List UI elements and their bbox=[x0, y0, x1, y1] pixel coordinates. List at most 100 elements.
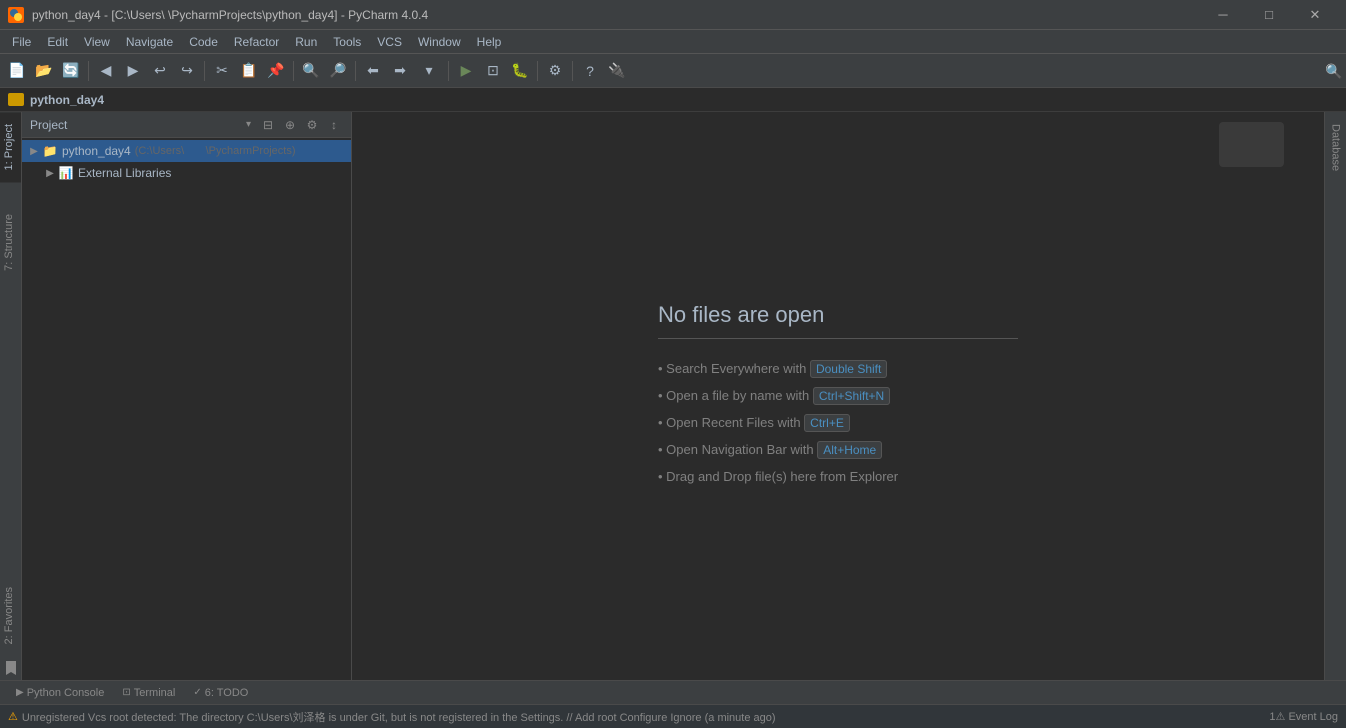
right-sidebar: Database bbox=[1324, 112, 1346, 680]
user-avatar bbox=[1219, 122, 1284, 167]
autoscroll-button[interactable]: ↕ bbox=[325, 116, 343, 134]
sync-button[interactable]: 🔄 bbox=[58, 58, 84, 84]
menu-run[interactable]: Run bbox=[287, 31, 325, 53]
status-bar-text: Unregistered Vcs root detected: The dire… bbox=[22, 709, 1270, 725]
python-console-icon: ▶ bbox=[16, 687, 24, 698]
project-panel-label: Project bbox=[30, 118, 242, 132]
python-console-tab[interactable]: ▶ Python Console bbox=[8, 682, 112, 704]
redo-button[interactable]: ↪ bbox=[174, 58, 200, 84]
toolbar: 📄 📂 🔄 ◀ ▶ ↩ ↪ ✂ 📋 📌 🔍 🔎 ⬅ ➡ ▾ ▶ ⊡ 🐛 ⚙ ? … bbox=[0, 54, 1346, 88]
separator-2 bbox=[204, 61, 205, 81]
menu-edit[interactable]: Edit bbox=[39, 31, 76, 53]
main-area: 1: Project 7: Structure 2: Favorites Pro… bbox=[0, 112, 1346, 680]
terminal-icon: ⊡ bbox=[122, 687, 130, 698]
separator-1 bbox=[88, 61, 89, 81]
todo-label: 6: TODO bbox=[205, 687, 249, 699]
editor-area: No files are open • Search Everywhere wi… bbox=[352, 112, 1324, 680]
favorites-tab[interactable]: 2: Favorites bbox=[0, 575, 21, 656]
shortcut-recent-files: Ctrl+E bbox=[804, 414, 850, 432]
hint-drag-drop: • Drag and Drop file(s) here from Explor… bbox=[658, 469, 1038, 484]
library-icon: 📊 bbox=[58, 165, 74, 181]
app-icon bbox=[8, 7, 24, 23]
copy-button[interactable]: 📋 bbox=[236, 58, 262, 84]
project-tree: ▶ 📁 python_day4 (C:\Users\ \PycharmProje… bbox=[22, 138, 351, 680]
project-panel: Project ▾ ⊟ ⊕ ⚙ ↕ ▶ 📁 python_day4 (C:\Us… bbox=[22, 112, 352, 680]
settings-button[interactable]: ⚙ bbox=[303, 116, 321, 134]
replace-button[interactable]: 🔎 bbox=[325, 58, 351, 84]
bookmark-icon[interactable] bbox=[3, 660, 19, 676]
dropdown-button[interactable]: ▾ bbox=[414, 58, 444, 84]
menu-vcs[interactable]: VCS bbox=[369, 31, 410, 53]
forward-button[interactable]: ▶ bbox=[120, 58, 146, 84]
shortcut-open-file: Ctrl+Shift+N bbox=[813, 387, 890, 405]
todo-icon: ✓ bbox=[193, 687, 201, 698]
folder-icon: 📁 bbox=[42, 143, 58, 159]
vcs-warning-icon: ⚠ bbox=[8, 710, 18, 723]
run-config-button[interactable]: ⊡ bbox=[480, 58, 506, 84]
hint-nav-bar: • Open Navigation Bar with Alt+Home bbox=[658, 442, 1038, 457]
search-everywhere-button[interactable]: 🔍 bbox=[1322, 54, 1346, 88]
menu-window[interactable]: Window bbox=[410, 31, 469, 53]
project-root-item[interactable]: ▶ 📁 python_day4 (C:\Users\ \PycharmProje… bbox=[22, 140, 351, 162]
menu-view[interactable]: View bbox=[76, 31, 118, 53]
open-button[interactable]: 📂 bbox=[31, 58, 57, 84]
find-button[interactable]: 🔍 bbox=[298, 58, 324, 84]
menu-tools[interactable]: Tools bbox=[325, 31, 369, 53]
project-panel-header: Project ▾ ⊟ ⊕ ⚙ ↕ bbox=[22, 112, 351, 138]
menu-bar: File Edit View Navigate Code Refactor Ru… bbox=[0, 30, 1346, 54]
help-button[interactable]: ? bbox=[577, 58, 603, 84]
breadcrumb-text: python_day4 bbox=[30, 93, 104, 107]
paste-button[interactable]: 📌 bbox=[263, 58, 289, 84]
menu-code[interactable]: Code bbox=[181, 31, 226, 53]
collapse-all-button[interactable]: ⊟ bbox=[259, 116, 277, 134]
title-bar: python_day4 - [C:\Users\ \PycharmProject… bbox=[0, 0, 1346, 30]
nav-back-button[interactable]: ⬅ bbox=[360, 58, 386, 84]
left-sidebar-tabs: 1: Project 7: Structure 2: Favorites bbox=[0, 112, 22, 680]
undo-button[interactable]: ↩ bbox=[147, 58, 173, 84]
menu-help[interactable]: Help bbox=[469, 31, 510, 53]
no-files-title: No files are open bbox=[658, 302, 1018, 339]
external-libraries-label: External Libraries bbox=[78, 166, 171, 180]
project-tab[interactable]: 1: Project bbox=[0, 112, 21, 182]
no-files-panel: No files are open • Search Everywhere wi… bbox=[638, 112, 1038, 680]
terminal-tab[interactable]: ⊡ Terminal bbox=[114, 682, 183, 704]
project-dropdown-icon[interactable]: ▾ bbox=[246, 119, 251, 130]
minimize-button[interactable]: ─ bbox=[1200, 0, 1246, 30]
window-controls[interactable]: ─ □ ✕ bbox=[1200, 0, 1338, 30]
title-bar-text: python_day4 - [C:\Users\ \PycharmProject… bbox=[32, 8, 1200, 22]
back-button[interactable]: ◀ bbox=[93, 58, 119, 84]
separator-3 bbox=[293, 61, 294, 81]
menu-refactor[interactable]: Refactor bbox=[226, 31, 287, 53]
bottom-toolbar: ▶ Python Console ⊡ Terminal ✓ 6: TODO bbox=[0, 680, 1346, 704]
separator-6 bbox=[537, 61, 538, 81]
hint-search: • Search Everywhere with Double Shift bbox=[658, 361, 1038, 376]
terminal-label: Terminal bbox=[134, 687, 176, 699]
hint-recent-files: • Open Recent Files with Ctrl+E bbox=[658, 415, 1038, 430]
separator-7 bbox=[572, 61, 573, 81]
nav-forward-button[interactable]: ➡ bbox=[387, 58, 413, 84]
external-libraries-item[interactable]: ▶ 📊 External Libraries bbox=[22, 162, 351, 184]
debug-button[interactable]: 🐛 bbox=[507, 58, 533, 84]
maximize-button[interactable]: □ bbox=[1246, 0, 1292, 30]
menu-navigate[interactable]: Navigate bbox=[118, 31, 181, 53]
expand-arrow-ext: ▶ bbox=[42, 165, 58, 181]
project-root-name: python_day4 bbox=[62, 144, 131, 158]
event-log-button[interactable]: 1⚠ Event Log bbox=[1269, 710, 1338, 723]
hint-open-file: • Open a file by name with Ctrl+Shift+N bbox=[658, 388, 1038, 403]
shortcut-nav-bar: Alt+Home bbox=[817, 441, 882, 459]
status-bar: ⚠ Unregistered Vcs root detected: The di… bbox=[0, 704, 1346, 728]
structure-tab[interactable]: 7: Structure bbox=[0, 202, 21, 283]
expand-arrow-root: ▶ bbox=[26, 143, 42, 159]
database-tab[interactable]: Database bbox=[1327, 112, 1345, 183]
scroll-to-center-button[interactable]: ⊕ bbox=[281, 116, 299, 134]
new-file-button[interactable]: 📄 bbox=[4, 58, 30, 84]
vcs-button[interactable]: ⚙ bbox=[542, 58, 568, 84]
separator-5 bbox=[448, 61, 449, 81]
plugins-button[interactable]: 🔌 bbox=[604, 58, 630, 84]
project-root-path: (C:\Users\ \PycharmProjects) bbox=[135, 145, 296, 157]
cut-button[interactable]: ✂ bbox=[209, 58, 235, 84]
menu-file[interactable]: File bbox=[4, 31, 39, 53]
todo-tab[interactable]: ✓ 6: TODO bbox=[185, 682, 256, 704]
close-button[interactable]: ✕ bbox=[1292, 0, 1338, 30]
run-button[interactable]: ▶ bbox=[453, 58, 479, 84]
